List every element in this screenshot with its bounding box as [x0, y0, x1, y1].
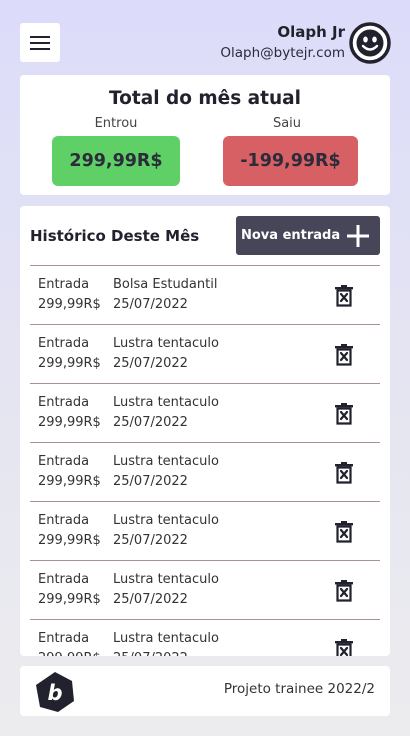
history-title: Histórico Deste Mês [30, 227, 200, 245]
footer: b Projeto trainee 2022/2 [20, 666, 390, 716]
avatar-smiley-icon[interactable] [349, 22, 391, 64]
entry-date: 25/07/2022 [113, 592, 188, 607]
history-row: Entrada 299,99R$ Lustra tentaculo 25/07/202… [30, 324, 380, 383]
history-row: Entrada 299,99R$ Lustra tentaculo 25/07/202… [30, 560, 380, 619]
new-entry-button-label: Nova entrada [241, 228, 341, 243]
svg-text:b: b [47, 681, 62, 705]
in-total-badge: 299,99R$ [52, 136, 180, 186]
entry-description-date: Lustra tentaculo 25/07/2022 [113, 452, 219, 492]
hamburger-icon [30, 35, 50, 50]
user-name: Olaph Jr [277, 23, 345, 41]
entry-date: 25/07/2022 [113, 533, 188, 548]
entry-date: 25/07/2022 [113, 297, 188, 312]
entry-date: 25/07/2022 [113, 356, 188, 371]
entry-type: Entrada [38, 454, 90, 469]
footer-text: Projeto trainee 2022/2 [223, 681, 375, 697]
entry-description-date: Lustra tentaculo 25/07/2022 [113, 334, 219, 374]
entry-date: 25/07/2022 [113, 474, 188, 489]
delete-entry-button[interactable] [334, 521, 354, 543]
trash-icon [335, 403, 353, 425]
trash-icon [335, 639, 353, 656]
entry-amount: 299,99R$ [38, 592, 101, 607]
entry-type: Entrada [38, 395, 90, 410]
entry-amount: 299,99R$ [38, 533, 101, 548]
hamburger-menu-button[interactable] [20, 23, 60, 62]
history-row: Entrada 299,99R$ Lustra tentaculo 25/07/202… [30, 442, 380, 501]
entry-type-amount: Entrada 299,99R$ [38, 275, 101, 315]
trash-icon [335, 462, 353, 484]
entry-type: Entrada [38, 513, 90, 528]
out-total-badge: -199,99R$ [223, 136, 358, 186]
entry-date: 25/07/2022 [113, 415, 188, 430]
in-label: Entrou [94, 116, 138, 131]
entry-description: Lustra tentaculo [113, 395, 219, 410]
out-label: Saiu [272, 116, 302, 131]
history-list: Entrada 299,99R$ Bolsa Estudantil 25/07/202… [30, 265, 380, 656]
trash-icon [335, 285, 353, 307]
delete-entry-button[interactable] [334, 462, 354, 484]
entry-description-date: Lustra tentaculo 25/07/2022 [113, 629, 219, 656]
entry-type-amount: Entrada 299,99R$ [38, 334, 101, 374]
bytejr-logo-icon: b [36, 672, 74, 712]
entry-amount: 299,99R$ [38, 474, 101, 489]
user-email: Olaph@bytejr.com [220, 45, 345, 61]
history-row: Entrada 299,99R$ Lustra tentaculo 25/07/202… [30, 619, 380, 656]
entry-type: Entrada [38, 631, 90, 646]
entry-type-amount: Entrada 299,99R$ [38, 452, 101, 492]
entry-amount: 299,99R$ [38, 297, 101, 312]
entry-type: Entrada [38, 277, 90, 292]
entry-description: Lustra tentaculo [113, 572, 219, 587]
plus-icon [347, 225, 369, 247]
history-card: Histórico Deste Mês Nova entrada Entrada… [20, 206, 390, 656]
delete-entry-button[interactable] [334, 344, 354, 366]
entry-description: Bolsa Estudantil [113, 277, 218, 292]
new-entry-button[interactable]: Nova entrada [236, 216, 380, 255]
entry-type: Entrada [38, 572, 90, 587]
entry-description-date: Lustra tentaculo 25/07/2022 [113, 511, 219, 551]
entry-amount: 299,99R$ [38, 356, 101, 371]
delete-entry-button[interactable] [334, 580, 354, 602]
entry-date: 25/07/2022 [113, 649, 219, 656]
entry-description: Lustra tentaculo [113, 631, 219, 646]
entry-amount: 299,99R$ [38, 415, 101, 430]
history-row: Entrada 299,99R$ Lustra tentaculo 25/07/202… [30, 383, 380, 442]
trash-icon [335, 521, 353, 543]
entry-type-amount: Entrada 299,99R$ [38, 393, 101, 433]
entry-type-amount: Entrada 299,99R$ [38, 570, 101, 610]
summary-title: Total do mês atual [109, 88, 301, 109]
entry-description-date: Lustra tentaculo 25/07/2022 [113, 570, 219, 610]
entry-description: Lustra tentaculo [113, 513, 219, 528]
entry-description-date: Bolsa Estudantil 25/07/2022 [113, 275, 217, 315]
monthly-summary-card: Total do mês atual Entrou Saiu 299,99R$ … [20, 75, 390, 195]
delete-entry-button[interactable] [334, 403, 354, 425]
user-info: Olaph Jr Olaph@bytejr.com [220, 22, 345, 64]
delete-entry-button[interactable] [334, 639, 354, 656]
delete-entry-button[interactable] [334, 285, 354, 307]
entry-description: Lustra tentaculo [113, 336, 219, 351]
entry-description-date: Lustra tentaculo 25/07/2022 [113, 393, 219, 433]
history-row: Entrada 299,99R$ Bolsa Estudantil 25/07/202… [30, 265, 380, 324]
history-row: Entrada 299,99R$ Lustra tentaculo 25/07/202… [30, 501, 380, 560]
entry-type: Entrada [38, 336, 90, 351]
entry-type-amount: Entrada 299,99R$ [38, 629, 101, 656]
app-header: Olaph Jr Olaph@bytejr.com [0, 0, 410, 70]
entry-type-amount: Entrada 299,99R$ [38, 511, 101, 551]
entry-description: Lustra tentaculo [113, 454, 219, 469]
entry-amount: 299,99R$ [38, 649, 101, 656]
trash-icon [335, 580, 353, 602]
trash-icon [335, 344, 353, 366]
